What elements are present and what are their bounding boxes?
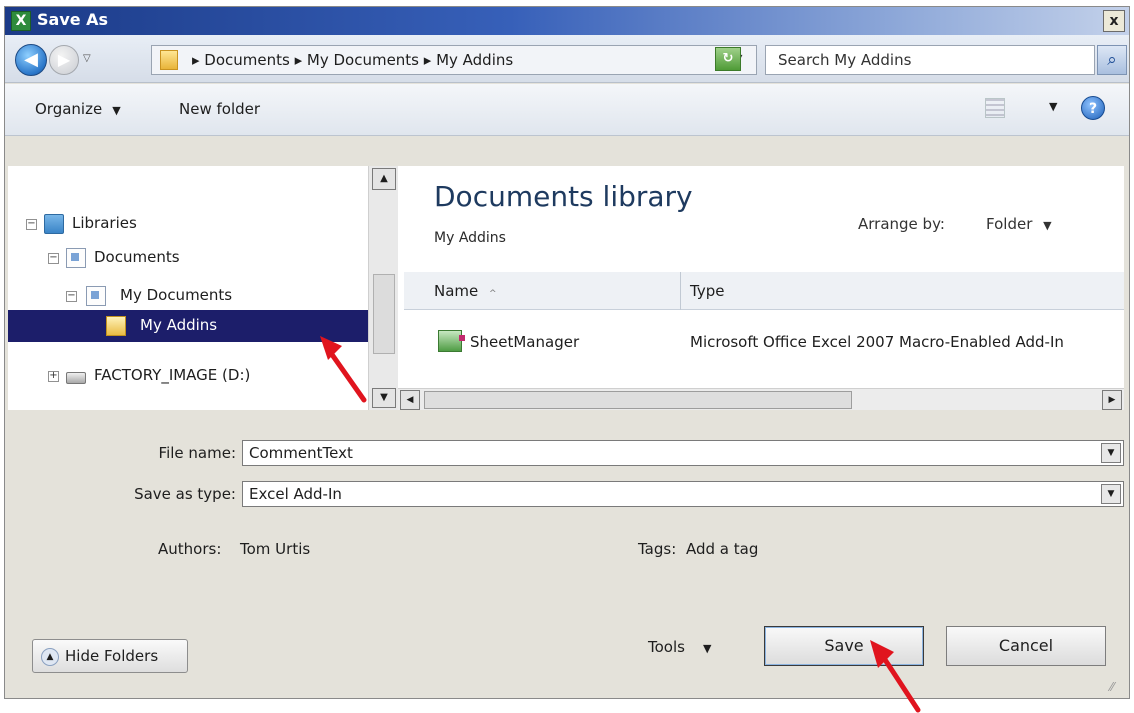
collapse-icon[interactable]: − <box>26 219 37 230</box>
tags-label: Tags: <box>638 540 677 558</box>
tags-value[interactable]: Add a tag <box>686 540 758 558</box>
nav-item-label: FACTORY_IMAGE (D:) <box>94 366 251 384</box>
save-as-type-label: Save as type: <box>134 485 236 503</box>
save-as-type-value: Excel Add-In <box>249 485 342 503</box>
annotation-arrow-icon <box>870 640 921 713</box>
documents-icon <box>66 248 86 268</box>
search-placeholder: Search My Addins <box>778 51 912 69</box>
file-name-label: File name: <box>158 444 236 462</box>
tools-label: Tools <box>648 638 685 656</box>
nav-item-documents[interactable]: − Documents <box>44 246 364 272</box>
column-divider[interactable] <box>680 272 681 310</box>
chevron-down-icon: ▼ <box>702 642 712 655</box>
scroll-up-icon[interactable]: ▲ <box>372 168 396 190</box>
authors-label: Authors: <box>158 540 222 558</box>
organize-label: Organize <box>35 100 103 118</box>
my-documents-icon <box>86 286 106 306</box>
cancel-button[interactable]: Cancel <box>946 626 1106 666</box>
nav-scrollbar[interactable]: ▲ ▼ <box>368 166 398 410</box>
history-dropdown-icon[interactable]: ▽ <box>83 47 97 71</box>
nav-item-factory-image[interactable]: + FACTORY_IMAGE (D:) <box>44 364 364 390</box>
scroll-thumb[interactable] <box>424 391 852 409</box>
file-name-cell[interactable]: SheetManager <box>470 333 579 351</box>
folder-icon <box>106 316 126 336</box>
chevron-down-icon: ▼ <box>112 104 121 117</box>
organize-menu[interactable]: Organize ▼ <box>35 100 121 118</box>
column-header-row: Name ^ Type <box>404 272 1124 310</box>
expand-icon[interactable]: + <box>48 371 59 382</box>
excel-icon: X <box>11 11 31 31</box>
views-dropdown-icon[interactable]: ▼ <box>1049 100 1057 113</box>
view-options-icon[interactable] <box>985 98 1005 118</box>
nav-item-label: My Documents <box>120 286 233 304</box>
scroll-right-icon[interactable]: ▶ <box>1102 390 1122 410</box>
close-button[interactable]: x <box>1103 10 1125 32</box>
chevron-down-icon[interactable]: ▼ <box>1101 484 1121 504</box>
chevron-down-icon: ▼ <box>1043 219 1052 232</box>
save-as-type-select[interactable]: Excel Add-In ▼ <box>242 481 1124 507</box>
sort-ascending-icon: ^ <box>489 289 497 299</box>
folder-icon <box>160 50 178 70</box>
collapse-icon[interactable]: − <box>48 253 59 264</box>
help-icon[interactable]: ? <box>1081 96 1105 120</box>
hide-folders-label: Hide Folders <box>65 647 159 665</box>
library-subtitle: My Addins <box>434 230 506 246</box>
collapse-icon[interactable]: − <box>66 291 77 302</box>
horizontal-scrollbar[interactable]: ◀ ▶ <box>398 388 1124 410</box>
column-header-name[interactable]: Name ^ <box>434 282 497 300</box>
library-title: Documents library <box>434 180 693 213</box>
refresh-button[interactable]: ↻ <box>715 47 741 71</box>
address-bar[interactable]: ▸ Documents ▸ My Documents ▸ My Addins ▼ <box>151 45 757 75</box>
dialog-title: Save As <box>37 10 109 29</box>
authors-value[interactable]: Tom Urtis <box>240 540 310 558</box>
nav-item-libraries[interactable]: − Libraries <box>22 212 362 238</box>
column-header-type[interactable]: Type <box>690 282 724 300</box>
command-toolbar: Organize ▼ New folder ▼ ? <box>5 84 1129 136</box>
scroll-thumb[interactable] <box>373 274 395 354</box>
annotation-arrow-icon <box>320 336 367 403</box>
breadcrumb[interactable]: ▸ Documents ▸ My Documents ▸ My Addins <box>192 51 513 69</box>
chevron-up-icon: ▲ <box>41 647 59 666</box>
excel-addin-icon <box>438 330 465 352</box>
file-name-value: CommentText <box>249 444 353 462</box>
new-folder-button[interactable]: New folder <box>179 100 260 118</box>
drive-icon <box>66 372 86 384</box>
arrange-by-label: Arrange by: <box>858 215 945 233</box>
nav-item-label: Documents <box>94 248 180 266</box>
nav-item-my-documents[interactable]: − My Documents <box>62 284 362 310</box>
search-icon[interactable]: ⌕ <box>1097 45 1127 75</box>
tools-menu[interactable]: Tools ▼ <box>648 638 711 656</box>
scroll-down-icon[interactable]: ▼ <box>372 388 396 408</box>
resize-grip-icon[interactable]: ⁄⁄ <box>1110 680 1114 694</box>
column-name-label: Name <box>434 282 479 300</box>
file-type-cell: Microsoft Office Excel 2007 Macro-Enable… <box>690 333 1064 351</box>
hide-folders-button[interactable]: ▲ Hide Folders <box>32 639 188 673</box>
back-button[interactable]: ◀ <box>15 44 47 76</box>
search-input[interactable]: Search My Addins <box>765 45 1095 75</box>
libraries-icon <box>44 214 64 234</box>
file-name-field[interactable]: CommentText ▼ <box>242 440 1124 466</box>
arrange-by-dropdown[interactable]: Folder ▼ <box>986 215 1052 233</box>
forward-button[interactable]: ▶ <box>49 45 79 75</box>
arrange-by-value: Folder <box>986 215 1033 233</box>
nav-item-label: Libraries <box>72 214 137 232</box>
nav-item-label: My Addins <box>140 316 218 334</box>
scroll-left-icon[interactable]: ◀ <box>400 390 420 410</box>
address-row: ◀ ▶ ▽ ▸ Documents ▸ My Documents ▸ My Ad… <box>5 35 1129 83</box>
title-bar: X Save As x <box>5 7 1129 35</box>
chevron-down-icon[interactable]: ▼ <box>1101 443 1121 463</box>
